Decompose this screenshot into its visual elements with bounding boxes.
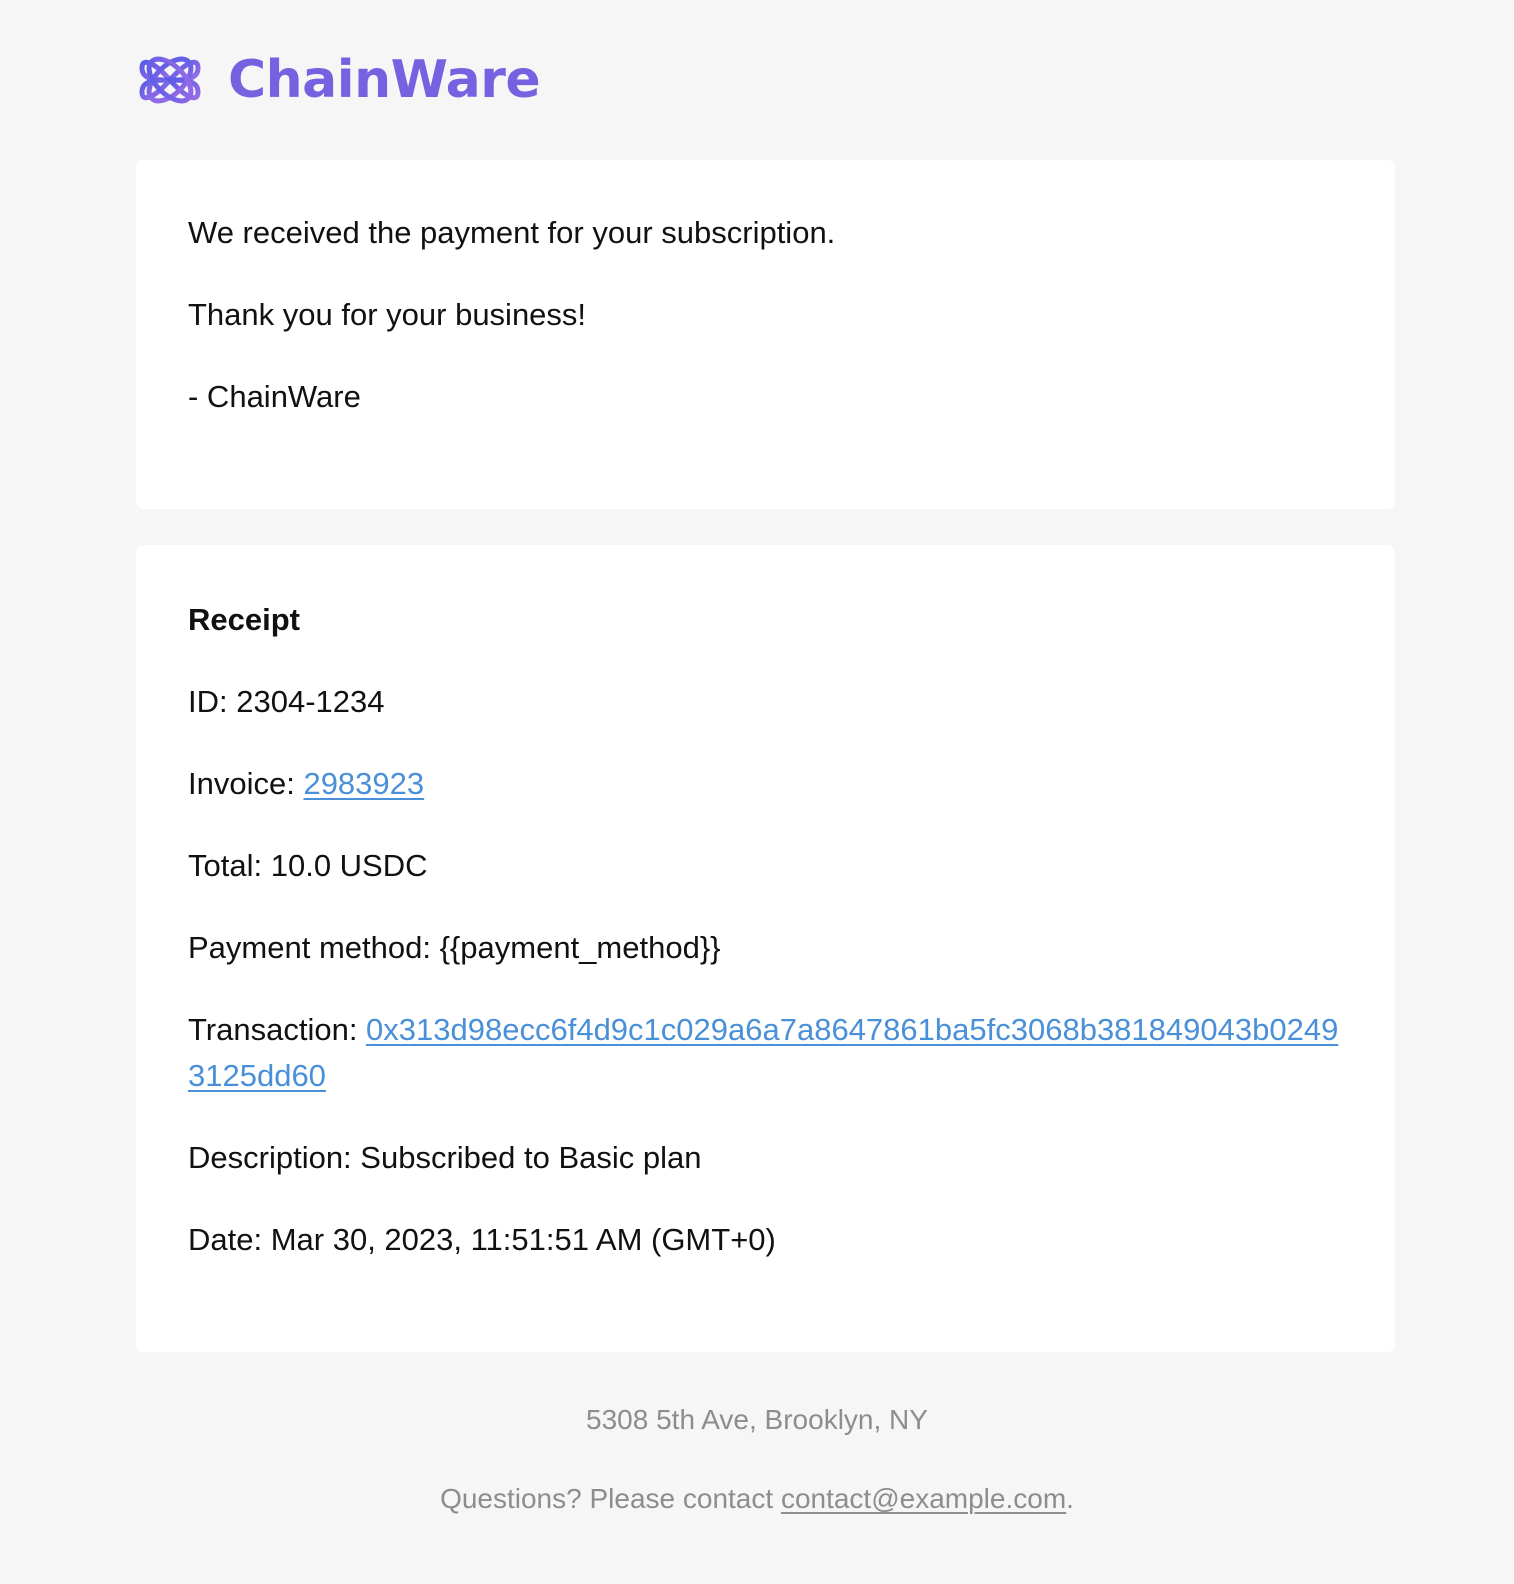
receipt-id-label: ID: [188,684,237,719]
contact-email-link[interactable]: contact@example.com [781,1483,1066,1514]
receipt-total-label: Total: [188,848,271,883]
receipt-transaction-label: Transaction: [188,1012,367,1047]
footer-contact: Questions? Please contact contact@exampl… [0,1481,1514,1517]
message-line-thanks: Thank you for your business! [188,297,587,332]
receipt-transaction-row: Transaction: 0x313d98ecc6f4d9c1c029a6a7a… [188,1007,1343,1099]
email-header: ChainWare [136,44,541,116]
receipt-heading: Receipt [188,602,300,637]
receipt-payment-method-value: {{payment_method}} [439,930,721,965]
receipt-description-row: Description: Subscribed to Basic plan [188,1135,1343,1181]
receipt-description-label: Description: [188,1140,361,1175]
interlocking-loops-logo-icon [139,56,201,104]
message-card: We received the payment for your subscri… [136,160,1395,509]
receipt-date-label: Date: [188,1222,271,1257]
receipt-payment-method-label: Payment method: [188,930,440,965]
brand-name: ChainWare [228,50,541,110]
receipt-description-value: Subscribed to Basic plan [360,1140,702,1175]
footer-contact-suffix: . [1066,1483,1074,1514]
receipt-invoice-label: Invoice: [188,766,304,801]
receipt-payment-method-row: Payment method: {{payment_method}} [188,925,1343,971]
footer-address: 5308 5th Ave, Brooklyn, NY [586,1404,928,1435]
receipt-invoice-row: Invoice: 2983923 [188,761,1343,807]
invoice-link[interactable]: 2983923 [303,766,424,801]
receipt-id-value: 2304-1234 [236,684,385,719]
message-line-received: We received the payment for your subscri… [188,215,836,250]
receipt-date-row: Date: Mar 30, 2023, 11:51:51 AM (GMT+0) [188,1217,1343,1263]
receipt-total-value: 10.0 USDC [270,848,428,883]
receipt-card: Receipt ID: 2304-1234 Invoice: 2983923 T… [136,545,1395,1352]
receipt-total-row: Total: 10.0 USDC [188,843,1343,889]
receipt-date-value: Mar 30, 2023, 11:51:51 AM (GMT+0) [270,1222,776,1257]
receipt-id-row: ID: 2304-1234 [188,679,1343,725]
message-signature: - ChainWare [188,379,361,414]
footer-contact-prefix: Questions? Please contact [440,1483,781,1514]
